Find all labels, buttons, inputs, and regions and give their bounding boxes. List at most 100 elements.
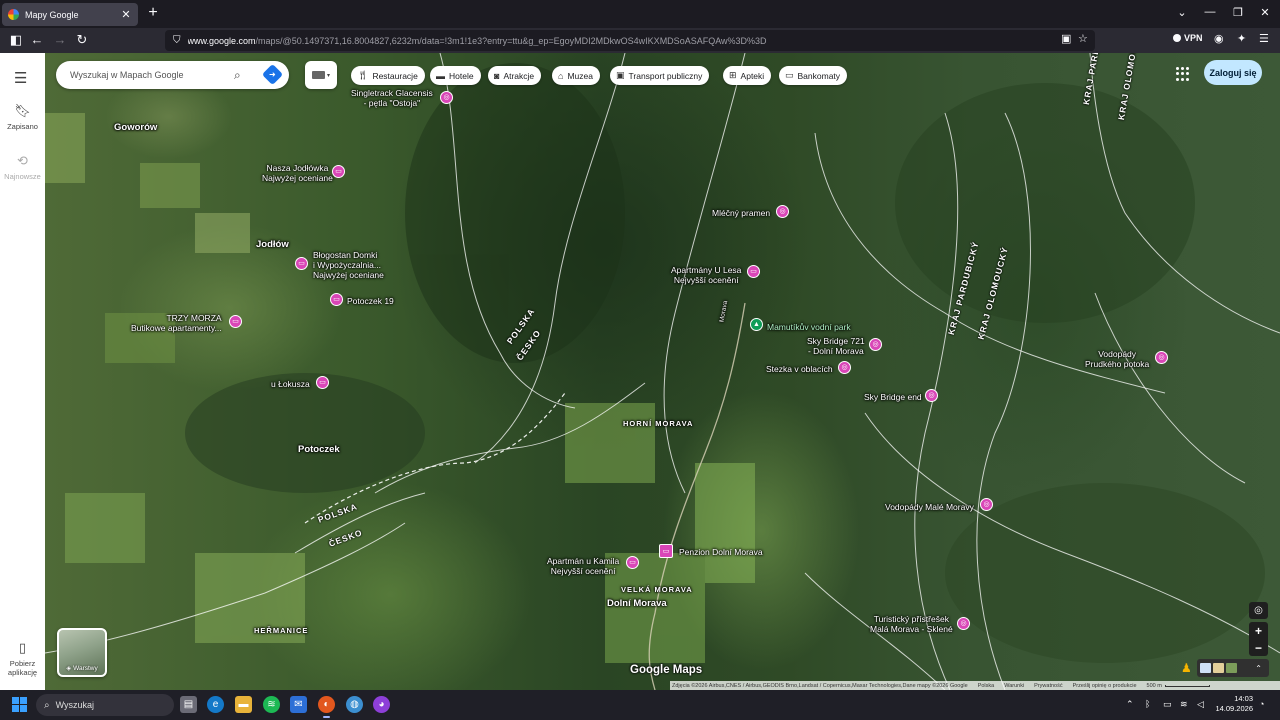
system-clock[interactable]: 14:03 14.09.2026 [1213,694,1253,714]
hotel-pin-icon[interactable]: ▭ [316,376,329,389]
hotel-pin-icon[interactable]: ▭ [332,165,345,178]
poi-blogostan[interactable]: Błogostan Domki i Wypożyczalnia... Najwyże… [313,250,384,280]
globe-app-icon[interactable]: ◍ [346,696,363,713]
poi-mamutikuv-park[interactable]: Mamutíkův vodní park [767,322,851,332]
search-input[interactable] [70,70,228,80]
windows-start-icon[interactable] [12,697,27,712]
task-view-icon[interactable]: ▤ [180,696,197,713]
discord-like-icon[interactable]: ◕ [373,696,390,713]
poi-sky-bridge-721[interactable]: Sky Bridge 721- Dolní Morava [807,336,865,356]
sign-in-button[interactable]: Zaloguj się [1204,60,1262,85]
attraction-pin-icon[interactable]: ◎ [957,617,970,630]
rail-item-recent[interactable]: ⟲ Najnowsze [0,153,45,181]
url-text[interactable]: www.google.com/maps/@50.1497371,16.80048… [188,36,767,46]
close-window-icon[interactable]: ✕ [1258,6,1272,19]
chip-atms[interactable]: ▭ Bankomaty [779,66,848,85]
sidebar-toggle-icon[interactable]: ◧ [8,32,24,48]
attraction-pin-icon[interactable]: ◎ [776,205,789,218]
satellite-map[interactable]: POLSKA ČESKO POLSKA ČESKO KRAJ PARDUBICK… [45,53,1280,690]
hotel-pin-icon[interactable]: ▭ [747,265,760,278]
village-label-horni-morava[interactable]: HORNÍ MORAVA [623,419,693,428]
browser-tab[interactable]: Mapy Google ✕ [2,3,138,26]
hotel-pin-icon[interactable]: ▭ [295,257,308,270]
attraction-pin-icon[interactable]: ◎ [980,498,993,511]
village-label-velka-morava[interactable]: VELKÁ MORAVA [621,585,693,594]
scale-indicator[interactable]: 500 m [1147,683,1210,689]
extensions-icon[interactable]: ✦ [1237,32,1246,45]
poi-singletrack[interactable]: Singletrack Glacensis - pętla "Ostoja" [351,88,433,108]
google-apps-icon[interactable] [1176,67,1190,81]
feedback-link[interactable]: Prześlij opinię o produkcie [1073,683,1137,689]
my-location-icon[interactable]: ◎ [1249,602,1268,619]
layers-button[interactable]: ◈ Warstwy [57,628,107,677]
app-menu-icon[interactable]: ☰ [1259,32,1269,45]
poi-turisticky-pristresek[interactable]: Turistický přístřešek Malá Morava - Sklen… [870,614,953,634]
town-label-potoczek[interactable]: Potoczek [298,444,340,455]
poi-apartmany-u-lesa[interactable]: Apartmány U Lesa Nejvyšší ocenění [671,265,741,285]
directions-icon[interactable]: ➜ [261,63,284,86]
hotel-pin-icon[interactable]: ▭ [659,544,673,558]
search-icon[interactable]: ⌕ [234,68,241,83]
hotel-pin-icon[interactable]: ▭ [229,315,242,328]
reader-view-icon[interactable]: ▣ [1061,32,1071,45]
privacy-link[interactable]: Prywatność [1034,683,1062,689]
country-link[interactable]: Polska [978,683,995,689]
chip-attractions[interactable]: ◙ Atrakcje [488,66,542,85]
imagery-toggle[interactable]: ⌃ [1197,659,1269,677]
display-icon[interactable]: ▭ [1163,699,1172,710]
back-icon[interactable]: ← [29,32,45,48]
park-pin-icon[interactable]: ▲ [750,318,763,331]
attraction-pin-icon[interactable]: ◎ [838,361,851,374]
terms-link[interactable]: Warunki [1004,683,1024,689]
poi-sky-bridge-end[interactable]: Sky Bridge end [864,392,922,402]
site-info-icon[interactable]: ⛉ [173,35,181,46]
town-label-dolni-morava[interactable]: Dolní Morava [607,598,667,609]
map-thumb-icon[interactable] [1200,663,1211,673]
poi-nasza-jodlowka[interactable]: Nasza Jodłówka Najwyżej oceniane [262,163,333,183]
poi-potoczek-19[interactable]: Potoczek 19 [347,296,394,306]
poi-penzion-dolni-morava[interactable]: Penzion Dolní Morava [679,547,763,557]
zoom-out-button[interactable]: − [1249,639,1268,656]
restore-icon[interactable]: ❐ [1231,6,1245,19]
poi-vodopady-prudkeho[interactable]: Vodopády Prudkého potoka [1085,349,1149,369]
attraction-pin-icon[interactable]: ◎ [440,91,453,104]
poi-stezka-v-oblacich[interactable]: Stezka v oblacích [766,364,833,374]
zoom-in-button[interactable]: + [1249,622,1268,639]
bookmark-star-icon[interactable]: ☆ [1078,32,1088,45]
poi-vodopady-male-moravy[interactable]: Vodopády Malé Moravy [885,502,974,512]
tray-chevron-up-icon[interactable]: ⌃ [1126,699,1134,710]
poi-apartman-u-kamila[interactable]: Apartmán u Kamila Nejvyšší ocenění [547,556,619,576]
satellite-thumb-icon[interactable] [1226,663,1237,673]
get-app-button[interactable]: ▯ Pobierz aplikację [0,640,45,677]
search-box[interactable]: ⌕ ➜ [56,61,289,89]
close-tab-icon[interactable]: ✕ [120,8,132,21]
wifi-icon[interactable]: ≋ [1180,699,1188,710]
firefox-icon[interactable]: ◐ [318,696,335,718]
town-label-jodlow[interactable]: Jodłów [256,239,289,250]
town-label-goworow[interactable]: Goworów [114,122,157,133]
rail-item-saved[interactable]: 🔖︎ Zapisano [0,103,45,131]
chip-hotels[interactable]: ▬ Hotele [430,66,481,85]
poi-u-lokusza[interactable]: u Łokusza [271,379,310,389]
account-icon[interactable]: ◉ [1214,32,1224,45]
minimize-icon[interactable]: — [1203,6,1217,18]
edge-icon[interactable]: e [207,696,224,713]
pegman-icon[interactable]: ♟ [1181,661,1192,675]
poi-mlecny-pramen[interactable]: Mléčný pramen [712,208,770,218]
terrain-thumb-icon[interactable] [1213,663,1224,673]
file-explorer-icon[interactable]: ▬ [235,696,252,713]
hotel-pin-icon[interactable]: ▭ [330,293,343,306]
notification-icon[interactable]: ◔ [1259,699,1264,709]
input-tools-button[interactable]: ▾ [305,61,337,89]
tab-list-chevron-icon[interactable]: ⌄ [1175,6,1189,19]
hamburger-menu-icon[interactable]: ☰ [14,69,27,87]
volume-icon[interactable]: ◁ [1197,699,1204,710]
village-label-hermanice[interactable]: HEŘMANICE [254,626,308,635]
chip-restaurants[interactable]: 🍴︎ Restauracje [351,66,425,85]
address-bar[interactable]: ⛉ www.google.com/maps/@50.1497371,16.800… [165,30,1095,51]
chip-pharmacies[interactable]: ⊞ Apteki [723,66,772,85]
attraction-pin-icon[interactable]: ◎ [925,389,938,402]
poi-trzy-morza[interactable]: TRZY MORZA Butikowe apartamenty... [131,313,222,333]
chevron-up-icon[interactable]: ⌃ [1255,664,1262,673]
vpn-button[interactable]: VPN [1173,33,1203,43]
